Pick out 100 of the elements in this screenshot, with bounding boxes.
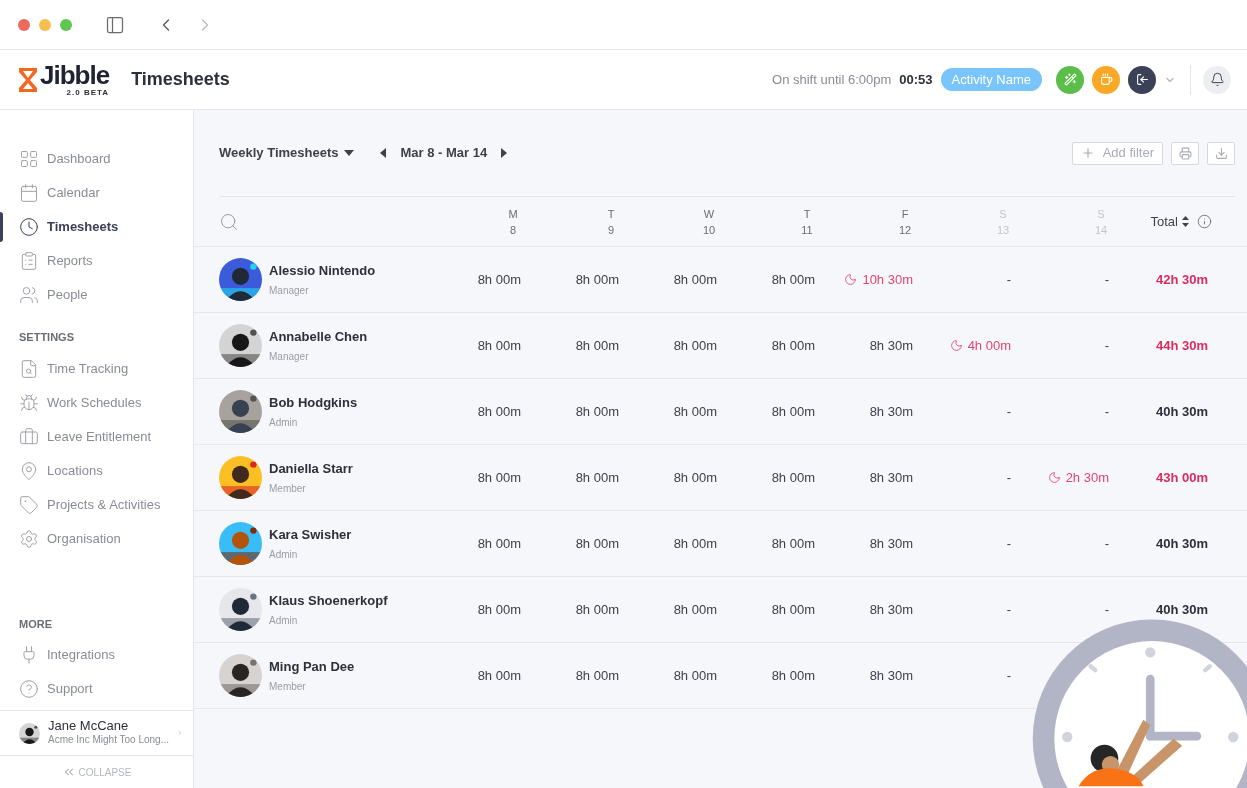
hours-cell-text: 8h 30m — [869, 666, 913, 685]
employee-name[interactable]: Alessio Nintendo — [269, 260, 376, 281]
notifications-button[interactable] — [1203, 65, 1231, 94]
page-title: Timesheets — [131, 68, 230, 91]
total-hours: 42h 30m — [1155, 270, 1208, 289]
sidebar-item[interactable]: Locations — [0, 453, 193, 488]
hours-cell-text: 8h 00m — [575, 468, 619, 487]
clipboard-icon — [19, 251, 39, 271]
user-menu[interactable]: Jane McCane Acme Inc Might Too Long... — [0, 710, 193, 756]
hours-cell-text: 8h 00m — [575, 270, 619, 289]
total-hours: 40h 30m — [1155, 600, 1208, 619]
close-window-button[interactable] — [18, 18, 30, 31]
hours-cell-text: - — [1006, 402, 1011, 421]
switch-activity-button[interactable] — [1056, 65, 1084, 94]
people-icon — [19, 285, 39, 305]
hours-cell-text: 8h 00m — [575, 600, 619, 619]
exit-icon — [1135, 73, 1149, 86]
hours-cell-text: - — [1104, 534, 1109, 553]
download-button[interactable] — [1207, 141, 1235, 165]
employee-role: Admin — [269, 416, 299, 431]
hours-cell-text: 8h 00m — [673, 600, 717, 619]
hours-cell-text: 8h 00m — [771, 666, 815, 685]
employee-name[interactable]: Daniella Starr — [269, 458, 353, 479]
hours-cell-text: 8h 00m — [771, 534, 815, 553]
print-button[interactable] — [1171, 141, 1199, 165]
sidebar-item[interactable]: Support — [0, 672, 193, 706]
tag-icon — [19, 494, 39, 515]
employee-name[interactable]: Kara Swisher — [269, 524, 352, 545]
hours-cell-text: 8h 00m — [477, 402, 521, 421]
sidebar-item[interactable]: Reports — [0, 244, 193, 278]
info-icon[interactable] — [1197, 214, 1212, 229]
total-header[interactable]: Total — [1150, 211, 1178, 232]
hours-cell-text: 8h 00m — [673, 270, 717, 289]
employee-role: Admin — [269, 614, 299, 629]
hours-cell-text: 8h 00m — [673, 534, 717, 553]
sidebar-item[interactable]: People — [0, 278, 193, 312]
hours-cell-text: - — [1006, 468, 1011, 487]
sidebar-item[interactable]: Calendar — [0, 176, 193, 210]
overtime-cell: 2h 30m — [1047, 467, 1109, 488]
sidebar-item[interactable]: Time Tracking — [0, 351, 193, 386]
bug-icon — [19, 392, 39, 413]
hours-cell-text: 8h 00m — [477, 270, 521, 289]
sidebar-item[interactable]: Dashboard — [0, 142, 193, 176]
hourglass-logo-icon — [18, 66, 38, 93]
wand-icon — [1063, 73, 1077, 86]
hours-cell-text: 8h 00m — [477, 666, 521, 685]
day-header: M 8 — [507, 206, 519, 238]
employee-role: Member — [269, 482, 307, 497]
overtime-cell: 4h 00m — [949, 335, 1011, 356]
break-button[interactable] — [1092, 65, 1120, 94]
section-heading: MORE — [18, 616, 53, 632]
sidebar-item[interactable]: Integrations — [0, 638, 193, 672]
sidebar-item[interactable]: Projects & Activities — [0, 487, 193, 522]
hours-cell-text: - — [1104, 402, 1109, 421]
sidebar-item[interactable]: Organisation — [0, 521, 193, 556]
day-header: W 10 — [701, 206, 717, 238]
employee-name[interactable]: Annabelle Chen — [269, 326, 368, 347]
printer-icon — [1178, 146, 1192, 160]
hours-cell-text: 8h 00m — [575, 534, 619, 553]
hours-cell-text: - — [1006, 534, 1011, 553]
employee-name[interactable]: Klaus Shoenerkopf — [269, 590, 388, 611]
caret-icon — [344, 150, 355, 156]
hours-cell-text: 8h 00m — [575, 666, 619, 685]
total-hours: 43h 00m — [1155, 468, 1208, 487]
hours-cell-text: 8h 00m — [575, 336, 619, 355]
hours-cell-text: 8h 30m — [869, 336, 913, 355]
view-dropdown[interactable]: Weekly Timesheets — [219, 143, 355, 163]
clock-icon — [19, 217, 39, 237]
minimize-window-button[interactable] — [39, 18, 51, 31]
sidebar-item[interactable]: Leave Entitlement — [0, 419, 193, 454]
next-week-button[interactable] — [501, 148, 508, 158]
previous-week-button[interactable] — [380, 148, 387, 158]
user-name: Jane McCane — [48, 719, 130, 733]
employee-role: Manager — [269, 350, 310, 365]
day-header: F 12 — [897, 206, 913, 238]
zoom-window-button[interactable] — [60, 18, 72, 31]
employee-role: Member — [269, 680, 307, 695]
search-icon[interactable] — [219, 211, 239, 232]
hours-cell-text: 8h 00m — [673, 336, 717, 355]
help-icon — [19, 679, 39, 699]
coffee-cup-icon — [1099, 73, 1113, 86]
clock-out-button[interactable] — [1128, 65, 1156, 94]
hours-cell-text: 8h 00m — [771, 402, 815, 421]
sidebar-toggle-icon[interactable] — [105, 14, 125, 35]
hours-cell-text: 8h 30m — [869, 534, 913, 553]
collapse-button[interactable]: COLLAPSE — [0, 756, 193, 788]
section-heading: SETTINGS — [18, 330, 75, 345]
employee-name[interactable]: Bob Hodgkins — [269, 392, 358, 413]
add-filter-button[interactable]: Add filter — [1071, 141, 1163, 165]
hours-cell-text: - — [1104, 270, 1109, 289]
overtime-cell: 10h 30m — [844, 269, 913, 290]
hours-cell-text: 8h 00m — [575, 402, 619, 421]
sort-icon[interactable] — [1182, 216, 1189, 227]
hours-cell-text: 8h 00m — [771, 336, 815, 355]
employee-name[interactable]: Ming Pan Dee — [269, 656, 355, 677]
sidebar-item[interactable]: Timesheets — [0, 210, 193, 244]
moon-icon — [1047, 471, 1061, 484]
app-logo: Jibble — [40, 62, 110, 88]
activity-badge[interactable]: Activity Name — [940, 68, 1042, 91]
sidebar-item[interactable]: Work Schedules — [0, 385, 193, 420]
